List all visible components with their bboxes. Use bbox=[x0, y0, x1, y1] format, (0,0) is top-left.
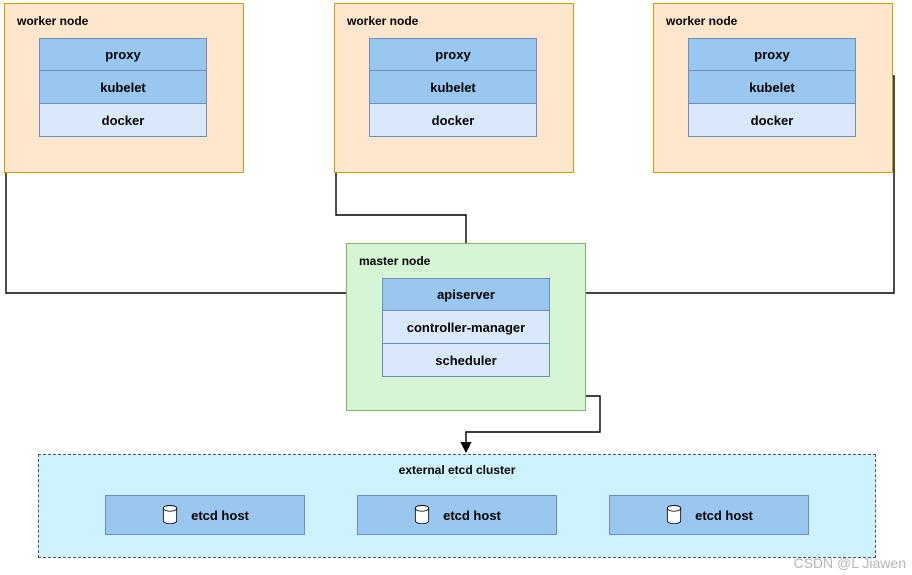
master-title: master node bbox=[355, 252, 577, 278]
worker-stack: proxy kubelet docker bbox=[39, 38, 207, 137]
proxy-box: proxy bbox=[39, 38, 207, 71]
proxy-box: proxy bbox=[369, 38, 537, 71]
etcd-title: external etcd cluster bbox=[39, 455, 875, 489]
worker-title: worker node bbox=[13, 12, 233, 38]
watermark: CSDN @L Jiawen bbox=[793, 555, 906, 571]
controller-manager-box: controller-manager bbox=[382, 311, 550, 344]
kubelet-box: kubelet bbox=[688, 71, 856, 104]
apiserver-box: apiserver bbox=[382, 278, 550, 311]
etcd-hosts: etcd host etcd host etcd host bbox=[39, 489, 875, 535]
master-node: master node apiserver controller-manager… bbox=[346, 243, 586, 411]
worker-title: worker node bbox=[343, 12, 563, 38]
worker-stack: proxy kubelet docker bbox=[369, 38, 537, 137]
docker-box: docker bbox=[688, 104, 856, 137]
worker-node-3: worker node proxy kubelet docker bbox=[653, 3, 893, 173]
etcd-cluster: external etcd cluster etcd host etcd hos… bbox=[38, 454, 876, 558]
kubelet-box: kubelet bbox=[39, 71, 207, 104]
worker-title: worker node bbox=[662, 12, 882, 38]
worker-stack: proxy kubelet docker bbox=[688, 38, 856, 137]
worker-node-1: worker node proxy kubelet docker bbox=[4, 3, 244, 173]
database-icon bbox=[161, 505, 179, 525]
docker-box: docker bbox=[39, 104, 207, 137]
docker-box: docker bbox=[369, 104, 537, 137]
kubelet-box: kubelet bbox=[369, 71, 537, 104]
scheduler-box: scheduler bbox=[382, 344, 550, 377]
master-stack: apiserver controller-manager scheduler bbox=[382, 278, 550, 377]
database-icon bbox=[665, 505, 683, 525]
etcd-host-label: etcd host bbox=[443, 508, 501, 523]
etcd-host-label: etcd host bbox=[695, 508, 753, 523]
etcd-host-1: etcd host bbox=[105, 495, 305, 535]
etcd-host-3: etcd host bbox=[609, 495, 809, 535]
etcd-host-label: etcd host bbox=[191, 508, 249, 523]
worker-node-2: worker node proxy kubelet docker bbox=[334, 3, 574, 173]
etcd-host-2: etcd host bbox=[357, 495, 557, 535]
proxy-box: proxy bbox=[688, 38, 856, 71]
database-icon bbox=[413, 505, 431, 525]
